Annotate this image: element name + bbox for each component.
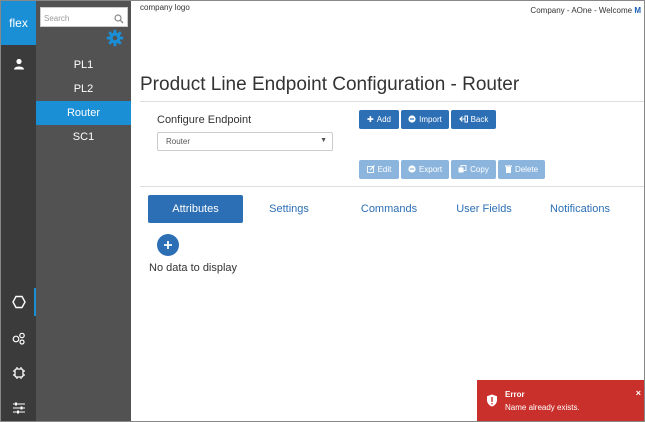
configure-endpoint-label: Configure Endpoint <box>157 114 252 126</box>
add-label: Add <box>376 115 391 124</box>
welcome-text: Company - AOne - Welcome M <box>530 6 641 15</box>
toast-title: Error <box>505 390 525 399</box>
divider <box>140 186 644 187</box>
sliders-icon[interactable] <box>1 390 36 422</box>
import-icon <box>408 114 416 125</box>
nodes-icon[interactable] <box>1 320 36 356</box>
user-icon[interactable] <box>1 46 36 82</box>
brand-logo[interactable]: flex <box>1 1 36 45</box>
export-button[interactable]: Export <box>401 160 449 179</box>
tab-attributes[interactable]: Attributes <box>148 195 243 223</box>
export-icon <box>408 164 416 175</box>
copy-icon <box>458 164 467 175</box>
tree-search <box>40 7 128 29</box>
plus-icon <box>164 241 172 249</box>
back-label: Back <box>470 115 489 124</box>
search-icon[interactable] <box>114 11 124 29</box>
import-button[interactable]: Import <box>401 110 449 129</box>
plus-icon: ✚ <box>367 115 374 124</box>
welcome-prefix: Company - AOne - Welcome <box>530 6 633 15</box>
icon-rail: flex <box>1 1 36 421</box>
back-button[interactable]: Back <box>451 110 496 129</box>
back-icon <box>458 115 468 125</box>
search-input[interactable] <box>41 9 113 28</box>
tab-settings[interactable]: Settings <box>255 195 323 223</box>
empty-state-text: No data to display <box>149 262 238 274</box>
add-button[interactable]: ✚ Add <box>359 110 399 129</box>
hexagon-icon[interactable] <box>1 284 36 320</box>
trash-icon <box>504 165 512 175</box>
endpoint-select[interactable]: Router ▼ <box>157 132 333 151</box>
edit-icon <box>366 164 375 175</box>
copy-button[interactable]: Copy <box>451 160 496 179</box>
company-logo: company logo <box>140 3 190 12</box>
close-icon[interactable]: × <box>636 388 641 398</box>
edit-button[interactable]: Edit <box>359 160 399 179</box>
page-title: Product Line Endpoint Configuration - Ro… <box>140 74 520 95</box>
chip-icon[interactable] <box>1 355 36 391</box>
tab-commands[interactable]: Commands <box>350 195 428 223</box>
endpoint-tree-panel: PL1 PL2 Router SC1 <box>36 1 131 421</box>
tree-item-pl2[interactable]: PL2 <box>36 77 131 101</box>
delete-button[interactable]: Delete <box>498 160 545 179</box>
delete-label: Delete <box>514 165 539 174</box>
edit-label: Edit <box>377 165 392 174</box>
error-toast: Error Name already exists. × <box>477 380 644 421</box>
add-attribute-button[interactable] <box>157 234 179 256</box>
copy-label: Copy <box>470 165 489 174</box>
tree-item-sc1[interactable]: SC1 <box>36 125 131 149</box>
gear-icon[interactable] <box>106 29 124 52</box>
endpoint-select-value: Router <box>166 137 191 146</box>
toast-message: Name already exists. <box>505 403 580 412</box>
tab-notifications[interactable]: Notifications <box>541 195 619 223</box>
tree-item-router[interactable]: Router <box>36 101 131 125</box>
tree-item-pl1[interactable]: PL1 <box>36 53 131 77</box>
shield-alert-icon <box>486 394 498 412</box>
welcome-user[interactable]: M <box>634 6 641 15</box>
caret-down-icon: ▼ <box>320 137 327 144</box>
export-label: Export <box>418 165 443 174</box>
divider <box>140 101 644 102</box>
import-label: Import <box>419 115 442 124</box>
tab-user-fields[interactable]: User Fields <box>446 195 522 223</box>
